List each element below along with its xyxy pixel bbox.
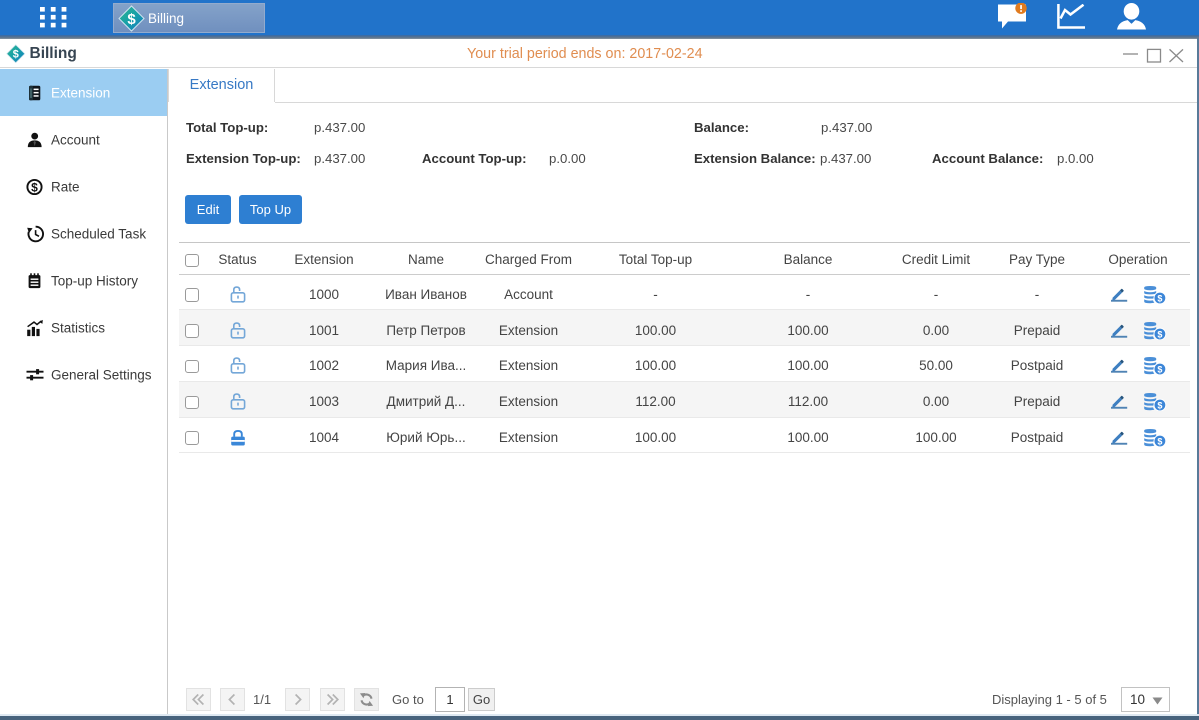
svg-text:$: $ (1157, 329, 1162, 339)
svg-text:$: $ (1157, 293, 1162, 303)
svg-text:$: $ (1157, 436, 1162, 446)
svg-text:$: $ (31, 180, 38, 194)
svg-text:$: $ (1157, 401, 1162, 411)
svg-text:$: $ (127, 11, 136, 28)
svg-text:$: $ (1157, 365, 1162, 375)
svg-text:$: $ (12, 48, 18, 60)
